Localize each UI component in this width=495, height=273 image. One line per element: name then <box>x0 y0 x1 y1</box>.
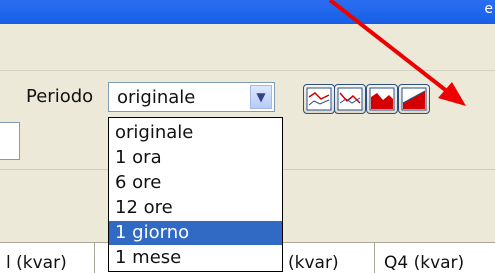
stacked-area-chart-icon <box>401 87 427 111</box>
line-chart-alt-button[interactable] <box>334 84 366 114</box>
dropdown-option[interactable]: 6 ore <box>109 171 282 195</box>
column-divider[interactable] <box>94 243 95 273</box>
grid-header-col-3[interactable]: Q4 (kvar) <box>384 253 464 273</box>
periodo-label: Periodo <box>26 86 94 107</box>
dropdown-option[interactable]: originale <box>109 121 282 145</box>
menu-bar <box>0 24 495 71</box>
periodo-dropdown-list[interactable]: originale 1 ora 6 ore 12 ore 1 giorno 1 … <box>108 117 283 272</box>
line-chart-button[interactable] <box>303 84 335 114</box>
line-chart-icon <box>306 87 332 111</box>
dropdown-option-selected[interactable]: 1 giorno <box>109 221 282 245</box>
chevron-down-icon[interactable]: ▼ <box>250 85 272 109</box>
area-chart-icon <box>369 87 395 111</box>
window-titlebar: e <box>0 0 495 24</box>
grid-header-col-1[interactable]: l (kvar) <box>6 253 67 273</box>
titlebar-partial-text: e <box>484 1 493 17</box>
periodo-select[interactable]: originale ▼ <box>108 82 275 112</box>
periodo-select-value: originale <box>117 87 196 108</box>
line-chart-alt-icon <box>337 87 363 111</box>
dropdown-option[interactable]: 12 ore <box>109 196 282 220</box>
area-chart-button[interactable] <box>366 84 398 114</box>
stacked-area-chart-button[interactable] <box>398 84 430 114</box>
dropdown-option[interactable]: 1 ora <box>109 146 282 170</box>
left-input-field[interactable] <box>0 122 20 160</box>
column-divider[interactable] <box>374 243 375 273</box>
grid-header-col-2[interactable]: (kvar) <box>288 253 339 273</box>
dropdown-option[interactable]: 1 mese <box>109 246 282 270</box>
